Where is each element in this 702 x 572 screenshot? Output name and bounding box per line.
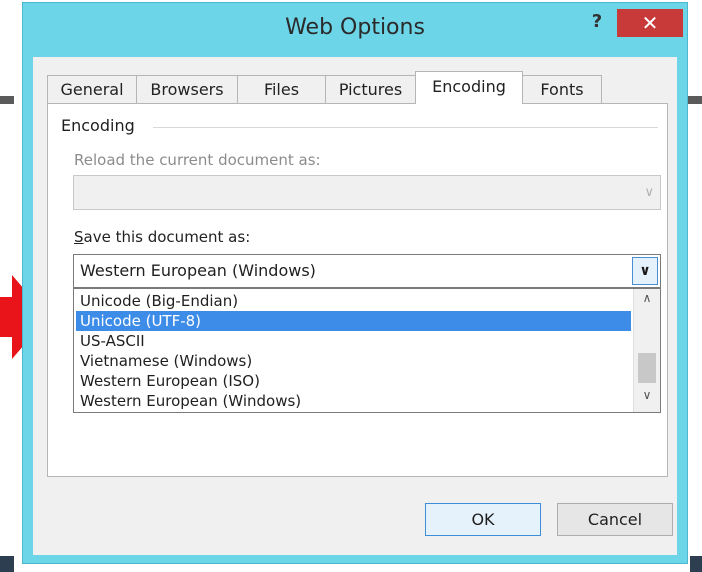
tab-fonts[interactable]: Fonts: [522, 75, 602, 103]
save-label-text: ave this document as:: [83, 228, 251, 246]
save-label-accesskey: S: [74, 228, 84, 246]
tab-encoding[interactable]: Encoding: [415, 71, 523, 104]
group-divider: [153, 127, 658, 128]
tab-files[interactable]: Files: [237, 75, 326, 103]
encoding-dropdown-list[interactable]: Unicode (Big-Endian) Unicode (UTF-8) US-…: [73, 288, 661, 413]
chevron-down-icon: ∨: [644, 185, 654, 200]
list-scrollbar[interactable]: ∧ ∨: [633, 289, 660, 412]
save-label: Save this document as:: [74, 228, 250, 246]
background-block-left: [0, 556, 14, 572]
save-select-value: Western European (Windows): [80, 261, 316, 280]
chevron-up-icon[interactable]: ∧: [634, 291, 660, 313]
list-item[interactable]: Western European (Windows): [76, 391, 631, 411]
list-item[interactable]: Western European (ISO): [76, 371, 631, 391]
list-item[interactable]: Vietnamese (Windows): [76, 351, 631, 371]
background-bar-right: [688, 96, 702, 104]
list-item[interactable]: Unicode (Big-Endian): [76, 291, 631, 311]
web-options-dialog: Web Options ? ✕ General Browsers Files P…: [22, 2, 688, 564]
chevron-down-icon[interactable]: ∨: [632, 257, 658, 285]
reload-encoding-select: ∨: [73, 175, 661, 210]
list-item-selected[interactable]: Unicode (UTF-8): [76, 311, 631, 331]
list-item[interactable]: US-ASCII: [76, 331, 631, 351]
encoding-group-label: Encoding: [61, 116, 141, 135]
scrollbar-thumb[interactable]: [638, 353, 656, 383]
encoding-panel: Encoding Reload the current document as:…: [47, 103, 668, 477]
dialog-client-area: General Browsers Files Pictures Encoding…: [33, 57, 677, 555]
background-block-right: [690, 556, 702, 572]
help-button[interactable]: ?: [583, 9, 611, 35]
tab-pictures[interactable]: Pictures: [325, 75, 416, 103]
close-button[interactable]: ✕: [617, 9, 683, 37]
reload-label: Reload the current document as:: [74, 151, 321, 169]
chevron-down-icon[interactable]: ∨: [634, 388, 660, 410]
cancel-button[interactable]: Cancel: [557, 503, 673, 536]
save-encoding-select[interactable]: Western European (Windows) ∨: [73, 254, 661, 288]
tab-general[interactable]: General: [47, 75, 137, 103]
tab-browsers[interactable]: Browsers: [136, 75, 238, 103]
background-bar-left: [0, 96, 14, 104]
ok-button[interactable]: OK: [425, 503, 541, 536]
